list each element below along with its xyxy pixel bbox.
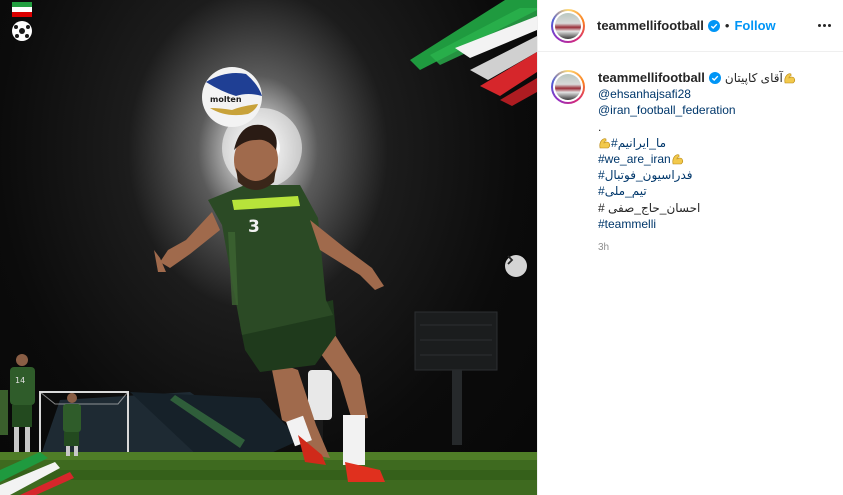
jersey-number: 3 — [248, 217, 260, 237]
svg-text:14: 14 — [15, 376, 25, 385]
username-link[interactable]: teammellifootball — [597, 18, 704, 33]
post-header: teammellifootball • Follow — [538, 0, 843, 52]
hashtag-link[interactable]: #فدراسیون_فوتبال — [598, 167, 828, 183]
mention-link[interactable]: @ehsanhajsafi28 — [598, 86, 828, 102]
flexed-biceps-icon — [672, 154, 683, 165]
background-player: 14 — [10, 354, 35, 452]
mention-link[interactable]: @iran_football_federation — [598, 102, 828, 118]
hashtag-link[interactable]: #we_are_iran — [598, 152, 671, 166]
hashtag-link[interactable]: #ما_ایرانیم — [611, 136, 666, 150]
hashtag-link[interactable]: #teammelli — [598, 216, 828, 232]
post-side-panel: teammellifootball • Follow teammellifoot… — [537, 0, 843, 495]
federation-logo — [12, 2, 32, 41]
post-timestamp[interactable]: 3h — [598, 240, 828, 256]
follow-button[interactable]: Follow — [734, 18, 775, 33]
flag-stripes-decoration — [410, 0, 537, 106]
caption-text: # احسان_حاج_صفی — [598, 200, 701, 215]
verified-badge-icon — [708, 72, 721, 85]
caption: teammellifootball آقای کاپیتان @ehsanhaj… — [538, 52, 843, 256]
floodlight-tower — [414, 311, 498, 445]
ball-brand: molten — [210, 95, 242, 104]
caption-text: . — [598, 119, 602, 134]
caption-body: teammellifootball آقای کاپیتان @ehsanhaj… — [598, 70, 828, 256]
verified-badge-icon — [707, 19, 720, 32]
background-player — [0, 390, 8, 435]
avatar[interactable] — [551, 8, 585, 43]
football: molten — [202, 67, 262, 127]
flexed-biceps-icon — [784, 73, 795, 84]
flexed-biceps-icon — [599, 138, 611, 149]
caption-avatar[interactable] — [551, 70, 585, 104]
photo-scene: 14 3 molten — [0, 0, 537, 495]
hashtag-link[interactable]: #تیم_ملی — [598, 183, 828, 199]
post-photo[interactable]: 14 3 molten — [0, 0, 537, 495]
caption-title: آقای کاپیتان — [724, 71, 783, 85]
next-photo-button[interactable] — [505, 255, 527, 277]
chevron-right-icon — [507, 255, 514, 265]
caption-username-link[interactable]: teammellifootball — [598, 70, 705, 86]
separator-dot: • — [724, 18, 730, 33]
instagram-post: 14 3 molten teammellifootball • Follow t… — [0, 0, 843, 495]
more-options-icon[interactable] — [818, 18, 831, 33]
